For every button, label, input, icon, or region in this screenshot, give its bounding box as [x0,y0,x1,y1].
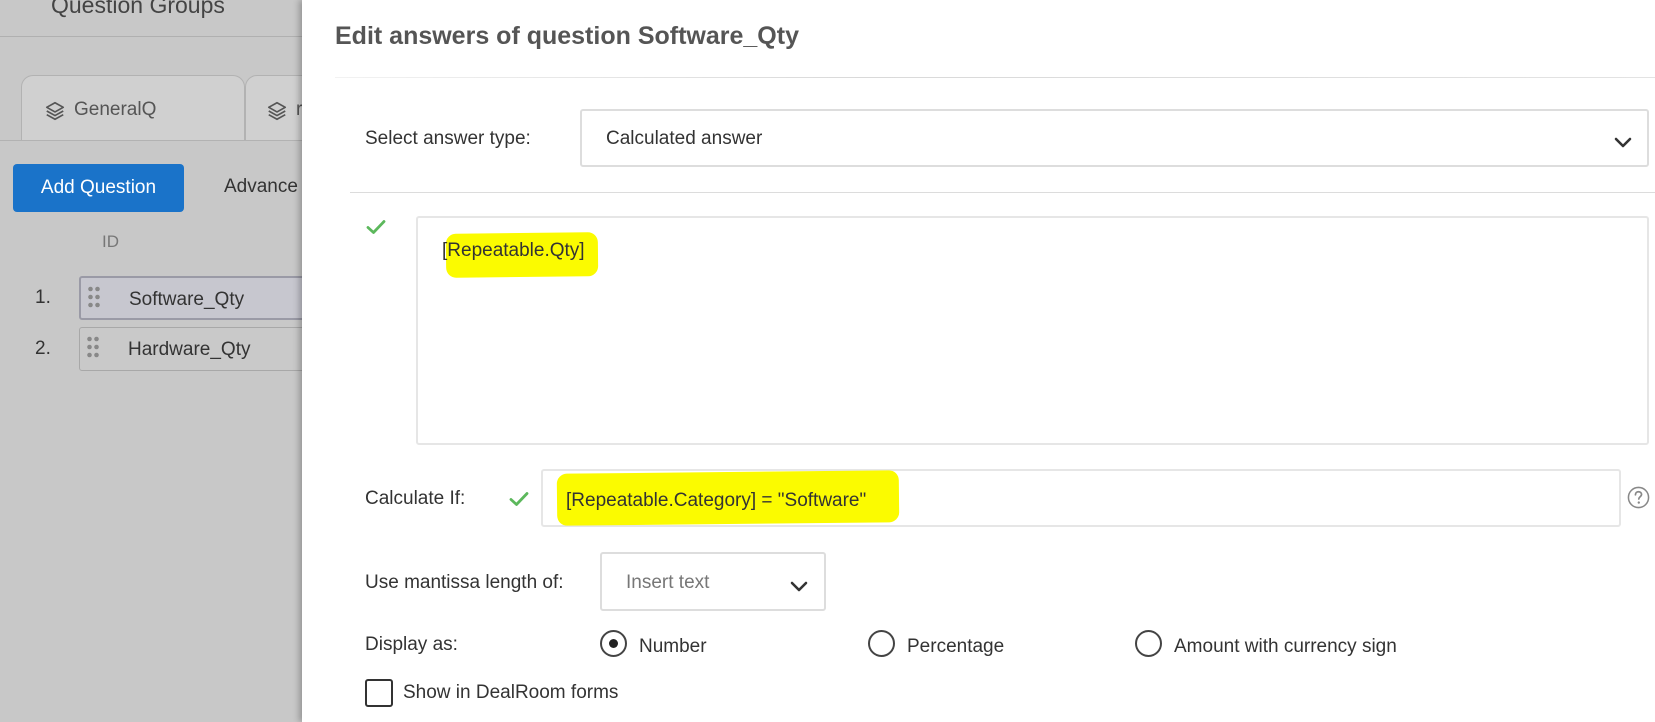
formula-editor[interactable]: [Repeatable.Qty] [416,216,1649,445]
question-label: Hardware_Qty [128,339,251,360]
display-percentage-label[interactable]: Percentage [907,636,1004,658]
formula-text: [Repeatable.Qty] [442,240,585,261]
tab-generalq[interactable]: GeneralQ [21,75,245,141]
edit-answers-panel: Edit answers of question Software_Qty Se… [302,0,1655,722]
panel-title: Question Groups [51,0,225,18]
question-groups-panel: Question Groups GeneralQ r Add Question … [0,0,302,722]
question-index: 2. [35,338,51,359]
mantissa-select[interactable]: Insert text [600,552,826,611]
display-currency-radio[interactable] [1135,630,1162,657]
chevron-down-icon [790,581,808,592]
calculate-if-value: [Repeatable.Category] = "Software" [566,490,867,511]
mantissa-label: Use mantissa length of: [365,572,564,593]
tab-label: GeneralQ [74,99,157,120]
title-divider [335,77,1655,78]
chevron-down-icon [1614,137,1632,148]
id-column-header: ID [102,232,119,251]
add-question-button[interactable]: Add Question [13,164,184,212]
check-icon [366,220,386,234]
calculate-if-label: Calculate If: [365,488,466,509]
question-index: 1. [35,287,51,308]
panel-header: Question Groups [0,0,302,37]
question-item-software-qty[interactable]: Software_Qty [79,276,302,320]
tab-second-group[interactable]: r [245,75,302,141]
question-label: Software_Qty [129,289,245,310]
display-as-label: Display as: [365,634,458,655]
mantissa-placeholder: Insert text [626,572,710,593]
question-item-hardware-qty[interactable]: Hardware_Qty [79,327,302,371]
help-icon[interactable] [1627,486,1650,509]
display-percentage-radio[interactable] [868,630,895,657]
advanced-button[interactable]: Advance [224,176,298,198]
display-currency-label[interactable]: Amount with currency sign [1174,636,1397,658]
check-icon [509,492,529,506]
tabs-divider [0,140,302,141]
show-in-dealroom-checkbox[interactable] [365,679,393,707]
panel-title: Edit answers of question Software_Qty [335,22,799,50]
layers-icon [45,101,65,121]
display-number-radio[interactable] [600,630,627,657]
show-in-dealroom-label[interactable]: Show in DealRoom forms [403,682,618,704]
answer-type-label: Select answer type: [365,128,531,149]
answer-type-value: Calculated answer [606,128,763,149]
answer-type-select[interactable]: Calculated answer [580,109,1649,167]
layers-icon [267,101,287,121]
drag-handle-icon[interactable] [87,286,101,312]
drag-handle-icon[interactable] [86,336,100,362]
section-divider [350,192,1655,193]
calculate-if-input[interactable]: [Repeatable.Category] = "Software" [541,469,1621,527]
display-number-label[interactable]: Number [639,636,707,658]
